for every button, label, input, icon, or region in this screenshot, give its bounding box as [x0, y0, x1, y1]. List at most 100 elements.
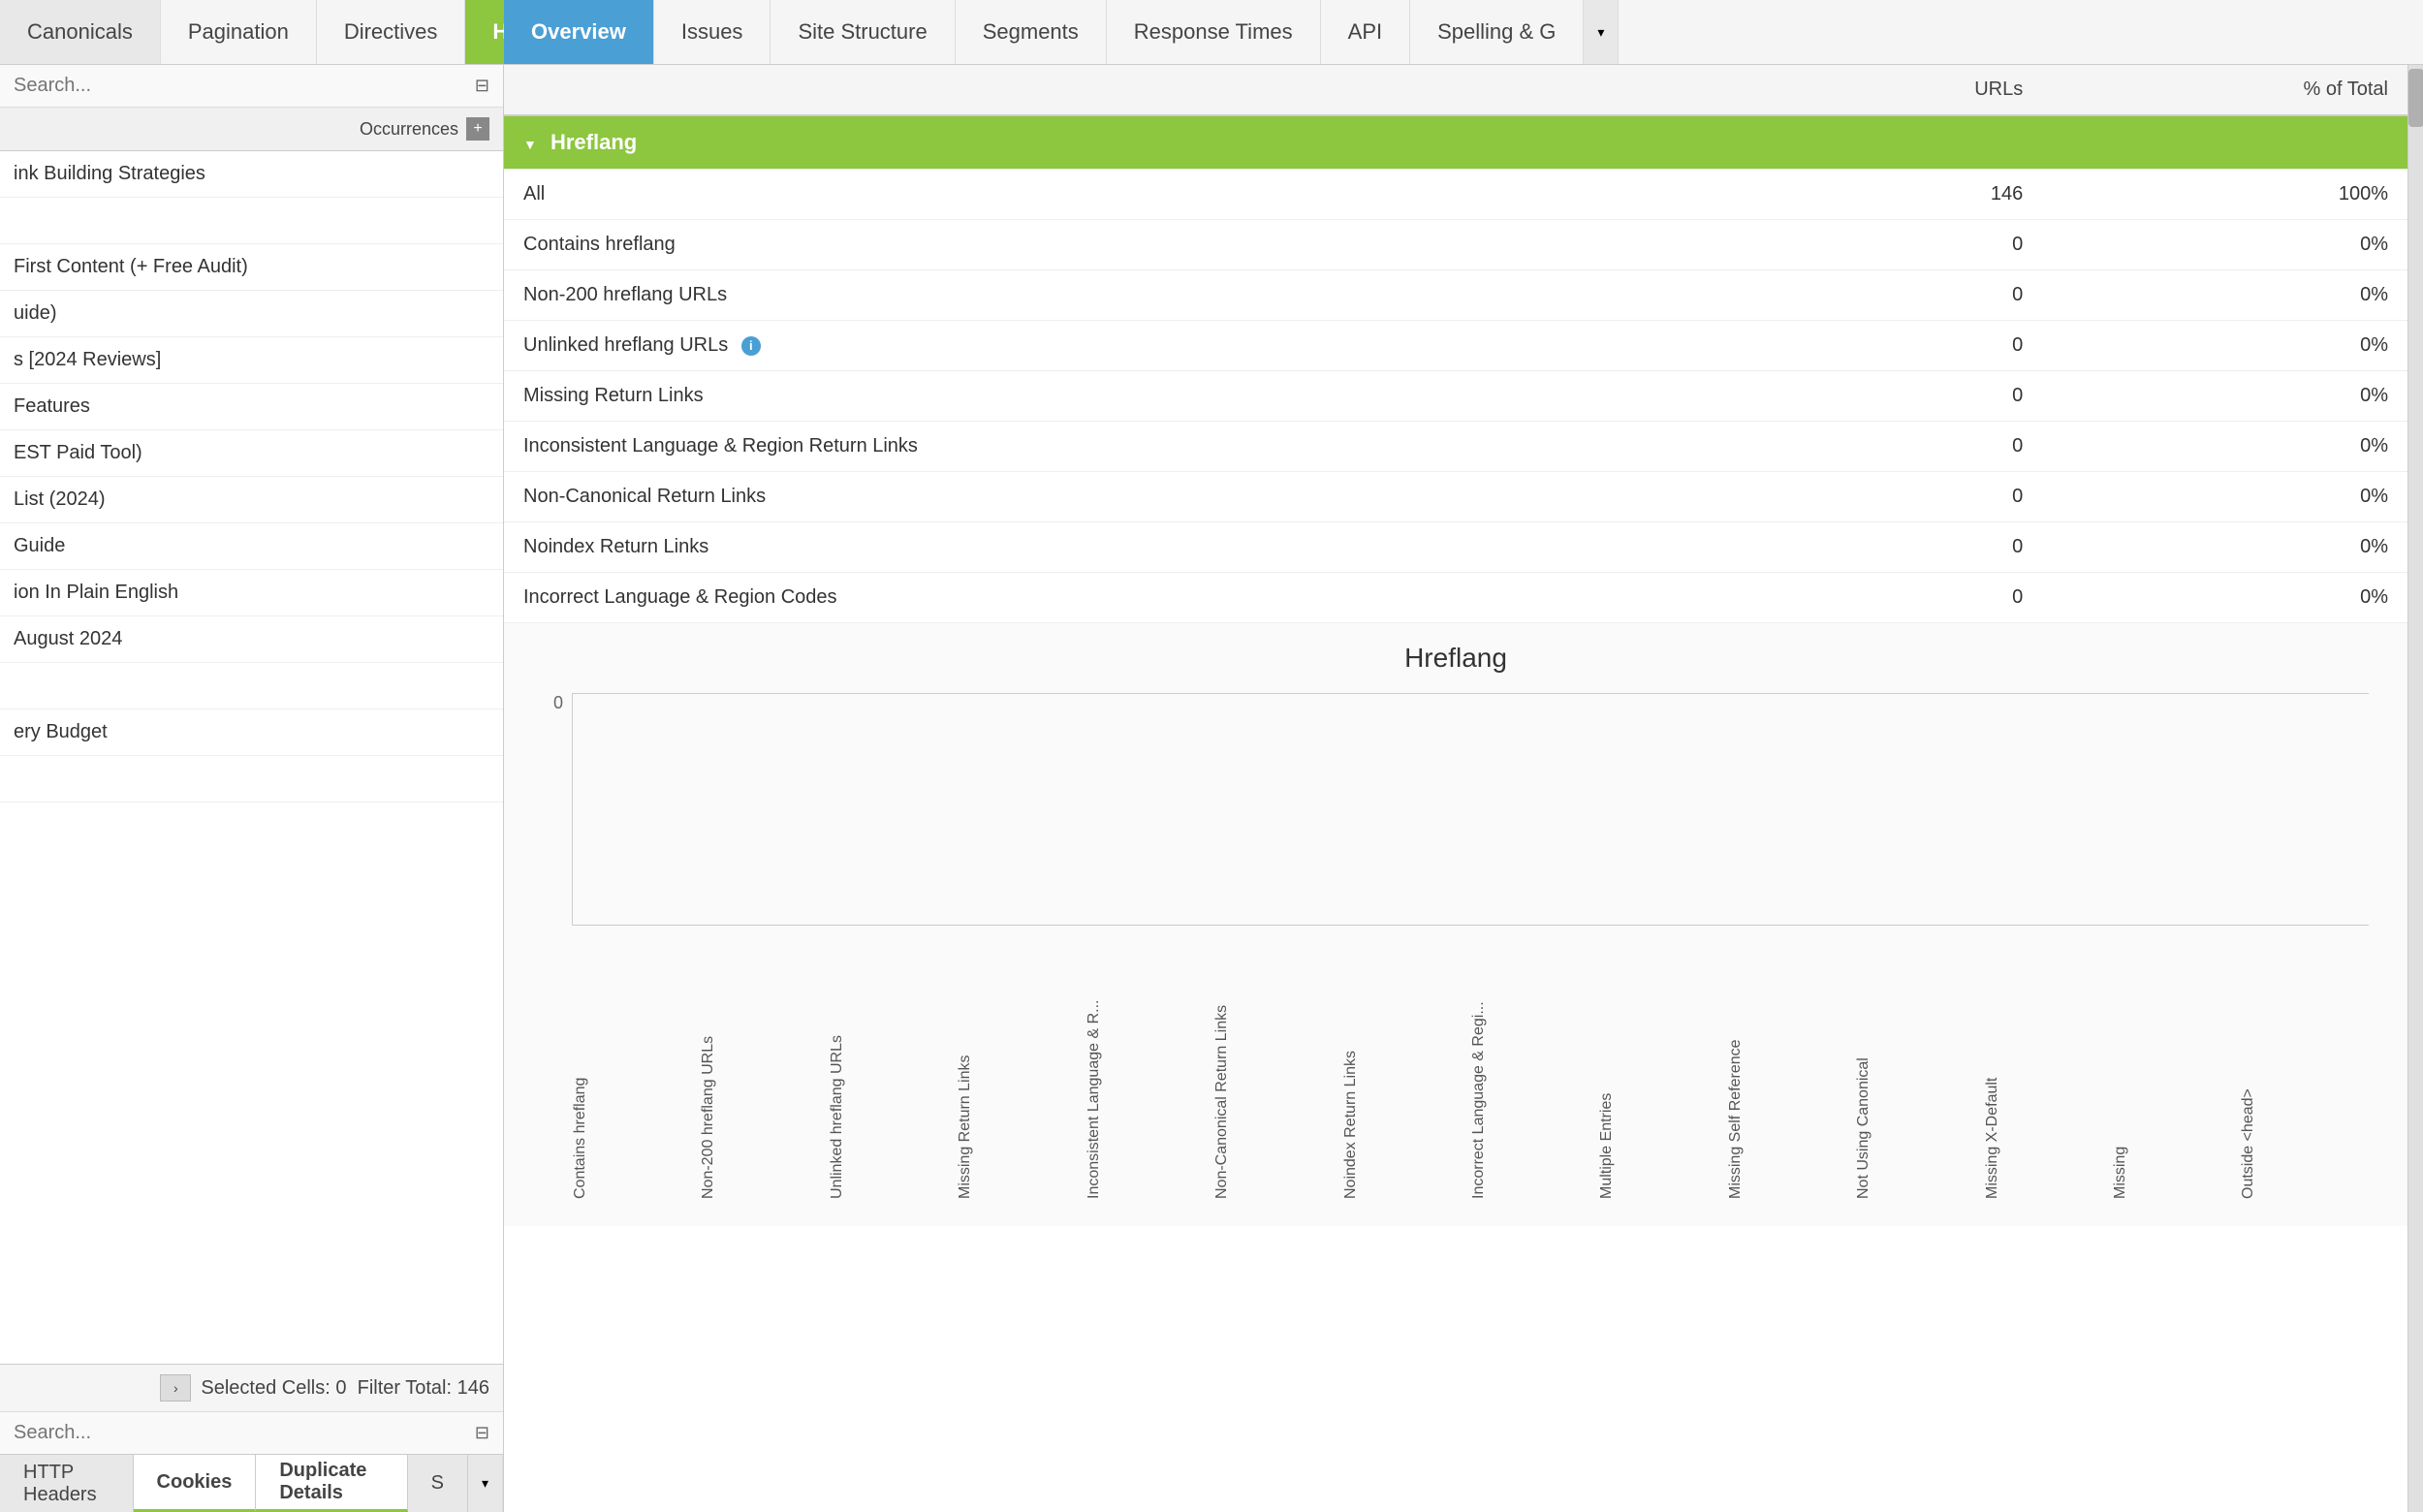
table-row[interactable]: Non-200 hreflang URLs 0 0% — [504, 270, 2407, 321]
list-item[interactable]: EST Paid Tool) — [0, 430, 503, 477]
list-item-text: ion In Plain English — [0, 572, 503, 614]
tab-overview[interactable]: Overview — [504, 0, 654, 64]
row-name: Non-Canonical Return Links — [504, 472, 1784, 522]
bottom-search-bar: ⊟ — [0, 1411, 503, 1454]
right-scrollbar[interactable] — [2407, 65, 2423, 1512]
add-column-button[interactable]: + — [466, 117, 489, 141]
selected-cells-label: Selected Cells: — [201, 1377, 330, 1400]
chart-x-label: Multiple Entries — [1598, 935, 1726, 1207]
top-navigation: Canonicals Pagination Directives Hreflan… — [0, 0, 2423, 65]
list-item[interactable]: uide) — [0, 291, 503, 337]
tab-cookies[interactable]: Cookies — [134, 1455, 257, 1512]
list-item[interactable] — [0, 756, 503, 803]
chart-x-label: Incorrect Language & Regi... — [1470, 935, 1598, 1207]
row-name: Unlinked hreflang URLs i — [504, 321, 1784, 371]
list-item[interactable] — [0, 663, 503, 709]
chevron-down-icon: ▾ — [482, 1475, 488, 1492]
tab-spelling[interactable]: Spelling & G — [1410, 0, 1584, 64]
tab-pagination[interactable]: Pagination — [161, 0, 317, 64]
table-header: Occurrences + — [0, 108, 503, 151]
tab-duplicate-details[interactable]: Duplicate Details — [256, 1455, 407, 1512]
column-occurrences-header: Occurrences — [360, 119, 458, 140]
table-row[interactable]: Missing Return Links 0 0% — [504, 371, 2407, 422]
bottom-search-input[interactable] — [14, 1422, 475, 1444]
list-item[interactable]: ery Budget — [0, 709, 503, 756]
tab-api[interactable]: API — [1321, 0, 1410, 64]
chart-x-label: Missing X-Default — [1984, 935, 2112, 1207]
bottom-filter-icon[interactable]: ⊟ — [475, 1423, 489, 1443]
list-item-text: List (2024) — [0, 479, 503, 520]
list-item-value — [425, 165, 503, 184]
table-row[interactable]: Inconsistent Language & Region Return Li… — [504, 422, 2407, 472]
list-item-text — [0, 211, 503, 231]
filter-total-count: 146 — [457, 1377, 489, 1400]
list-item[interactable]: Guide — [0, 523, 503, 570]
row-name: Incorrect Language & Region Codes — [504, 573, 1784, 623]
list-item-text: s [2024 Reviews] — [0, 339, 503, 381]
row-urls: 0 — [1784, 321, 2042, 371]
list-item-text: Guide — [0, 525, 503, 567]
list-item-text — [0, 770, 503, 789]
scrollbar-thumb[interactable] — [2408, 69, 2423, 127]
list-item[interactable]: ion In Plain English — [0, 570, 503, 616]
filter-total-label: Filter Total: — [358, 1377, 452, 1400]
chart-x-label: Outside <head> — [2240, 935, 2368, 1207]
chart-x-label: Inconsistent Language & R... — [1086, 935, 1213, 1207]
chart-title: Hreflang — [543, 643, 2369, 674]
right-content: URLs % of Total ▼ Hreflang — [504, 65, 2407, 1512]
row-name: All — [504, 170, 1784, 220]
list-item[interactable]: List (2024) — [0, 477, 503, 523]
chart-x-label: Noindex Return Links — [1342, 935, 1470, 1207]
row-urls: 0 — [1784, 472, 2042, 522]
section-header-row[interactable]: ▼ Hreflang — [504, 115, 2407, 170]
list-item[interactable]: s [2024 Reviews] — [0, 337, 503, 384]
tab-canonicals[interactable]: Canonicals — [0, 0, 161, 64]
search-input[interactable] — [14, 75, 475, 97]
row-urls: 146 — [1784, 170, 2042, 220]
filter-icon[interactable]: ⊟ — [475, 76, 489, 96]
row-name: Contains hreflang — [504, 220, 1784, 270]
tab-issues[interactable]: Issues — [654, 0, 771, 64]
col-header-urls: URLs — [1784, 65, 2042, 115]
list-item[interactable]: First Content (+ Free Audit) — [0, 244, 503, 291]
tab-s[interactable]: S — [408, 1455, 468, 1512]
tab-site-structure[interactable]: Site Structure — [771, 0, 955, 64]
tab-http-headers[interactable]: HTTP Headers — [0, 1455, 134, 1512]
list-item-text — [0, 677, 503, 696]
table-row[interactable]: Unlinked hreflang URLs i 0 0% — [504, 321, 2407, 371]
bottom-tab-more-dropdown[interactable]: ▾ — [468, 1455, 503, 1512]
top-nav-right: Overview Issues Site Structure Segments … — [504, 0, 2423, 64]
right-panel-inner: URLs % of Total ▼ Hreflang — [504, 65, 2423, 1512]
row-urls: 0 — [1784, 522, 2042, 573]
table-row[interactable]: Non-Canonical Return Links 0 0% — [504, 472, 2407, 522]
table-row[interactable]: Noindex Return Links 0 0% — [504, 522, 2407, 573]
expand-button[interactable]: › — [160, 1374, 191, 1402]
left-panel: ⊟ Occurrences + ink Building Strategies … — [0, 65, 504, 1512]
tab-segments[interactable]: Segments — [956, 0, 1107, 64]
table-row[interactable]: Contains hreflang 0 0% — [504, 220, 2407, 270]
row-name: Noindex Return Links — [504, 522, 1784, 573]
row-name: Missing Return Links — [504, 371, 1784, 422]
table-row[interactable]: All 146 100% — [504, 170, 2407, 220]
list-item[interactable]: August 2024 — [0, 616, 503, 663]
list-content: ink Building Strategies First Content (+… — [0, 151, 503, 1364]
section-header-cell: ▼ Hreflang — [504, 115, 2407, 170]
list-item-text: ery Budget — [0, 711, 503, 753]
chart-x-label: Contains hreflang — [572, 935, 700, 1207]
chart-x-label: Non-Canonical Return Links — [1213, 935, 1341, 1207]
chart-area: 0 — [572, 693, 2369, 926]
chart-x-label: Unlinked hreflang URLs — [829, 935, 957, 1207]
list-item[interactable] — [0, 198, 503, 244]
tab-directives[interactable]: Directives — [317, 0, 466, 64]
table-row[interactable]: Incorrect Language & Region Codes 0 0% — [504, 573, 2407, 623]
row-urls: 0 — [1784, 270, 2042, 321]
row-percent: 0% — [2042, 522, 2407, 573]
list-item[interactable]: ink Building Strategies — [0, 151, 503, 198]
list-item[interactable]: Features — [0, 384, 503, 430]
chart-x-label: Missing — [2112, 935, 2240, 1207]
tab-response-times[interactable]: Response Times — [1107, 0, 1321, 64]
tab-more-right-dropdown[interactable]: ▾ — [1584, 0, 1619, 64]
chart-x-label: Not Using Canonical — [1855, 935, 1983, 1207]
chart-baseline — [573, 693, 2369, 694]
info-icon[interactable]: i — [741, 336, 761, 356]
